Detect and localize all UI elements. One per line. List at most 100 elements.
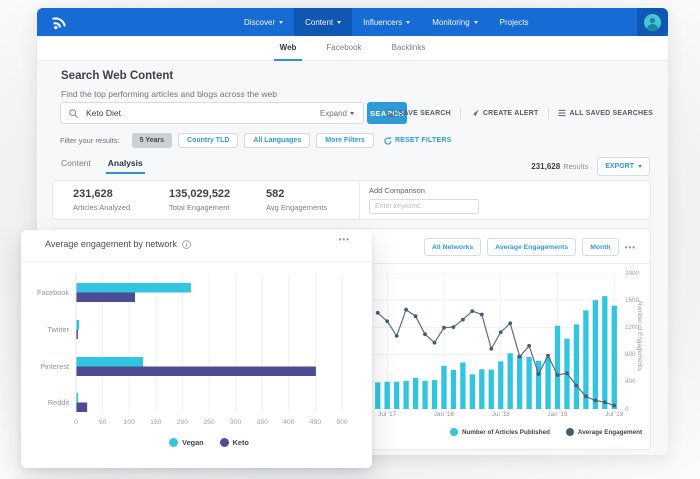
more-options-icon[interactable]: ••• [625, 243, 636, 252]
tab-web[interactable]: Web [265, 36, 312, 60]
legend-label: Vegan [182, 438, 204, 447]
nav-item-label: Content [305, 18, 333, 27]
svg-text:Pinterest: Pinterest [40, 362, 69, 371]
nav-item-influencers[interactable]: Influencers [352, 8, 421, 36]
reset-filters-button[interactable]: RESET FILTERS [384, 137, 452, 145]
nav-item-content[interactable]: Content [294, 8, 352, 36]
legend-label: Average Engagement [578, 429, 642, 436]
svg-text:400: 400 [283, 419, 295, 426]
chevron-down-icon [474, 21, 478, 24]
tab-content[interactable]: Content [61, 158, 91, 174]
tab-analysis[interactable]: Analysis [108, 158, 143, 174]
chevron-down-icon [337, 21, 341, 24]
channel-tabs: Web Facebook Backlinks [37, 36, 668, 61]
search-bar: Expand [60, 102, 364, 124]
stats-summary-card: 231,628 Articles Analyzed 135,029,522 To… [52, 180, 651, 220]
search-input[interactable] [84, 107, 320, 119]
svg-text:250: 250 [203, 419, 215, 426]
list-icon [558, 109, 566, 117]
divider [21, 261, 372, 262]
expand-toggle[interactable]: Expand [320, 109, 363, 118]
chart-controls: All Networks Average Engagements Month •… [424, 238, 636, 256]
add-comparison: Add Comparison [369, 186, 479, 214]
action-label: SAVE SEARCH [399, 110, 451, 117]
combo-chart-y-axis-label: Number of Engagements [636, 301, 643, 371]
legend-label: Keto [233, 438, 249, 447]
account-menu[interactable] [637, 8, 668, 36]
filter-bar: Filter your results: 5 Years Country TLD… [60, 133, 451, 148]
articles-engagement-combo-chart [373, 273, 619, 409]
stat-value: 582 [266, 188, 327, 200]
svg-text:Reddit: Reddit [48, 398, 69, 407]
stat-label: Articles Analyzed [73, 203, 130, 212]
svg-text:450: 450 [310, 419, 322, 426]
tab-facebook[interactable]: Facebook [311, 36, 376, 60]
chevron-down-icon [350, 112, 354, 115]
results-meta: 231,628Results EXPORT [531, 157, 650, 176]
svg-text:100: 100 [124, 419, 136, 426]
filter-pill-country-tld[interactable]: Country TLD [178, 133, 238, 148]
nav-item-label: Projects [500, 18, 529, 27]
divider [548, 108, 549, 119]
filter-pill-languages[interactable]: All Languages [244, 133, 310, 148]
divider [359, 181, 360, 219]
nav-item-projects[interactable]: Projects [489, 8, 540, 36]
comparison-keyword-input[interactable] [369, 199, 479, 214]
chevron-down-icon [638, 165, 642, 168]
legend-vegan: Vegan [169, 438, 204, 447]
stat-articles-analyzed: 231,628 Articles Analyzed [73, 188, 130, 212]
stat-value: 231,628 [73, 188, 130, 200]
export-label: EXPORT [605, 163, 634, 170]
action-label: CREATE ALERT [483, 110, 539, 117]
svg-text:Twitter: Twitter [48, 325, 70, 334]
svg-text:Facebook: Facebook [37, 288, 69, 297]
save-icon [387, 109, 395, 117]
combo-chart-legend: Number of Articles Published Average Eng… [423, 428, 669, 436]
network-bar-chart: 050100150200250300350400450500FacebookTw… [21, 266, 372, 432]
filter-pill-time-range[interactable]: 5 Years [132, 133, 172, 148]
month-button[interactable]: Month [582, 238, 618, 256]
create-alert-button[interactable]: CREATE ALERT [470, 109, 539, 117]
nav-item-discover[interactable]: Discover [233, 8, 294, 36]
page-subtitle: Find the top performing articles and blo… [61, 89, 277, 99]
stat-label: Avg Engagements [266, 203, 327, 212]
all-saved-searches-button[interactable]: ALL SAVED SEARCHES [558, 109, 653, 117]
svg-text:50: 50 [99, 419, 107, 426]
search-actions: SAVE SEARCH CREATE ALERT ALL SAVED [387, 102, 653, 124]
export-button[interactable]: EXPORT [597, 157, 650, 176]
stat-total-engagement: 135,029,522 Total Engagement [169, 188, 230, 212]
tab-backlinks[interactable]: Backlinks [377, 36, 441, 60]
info-icon[interactable] [182, 240, 191, 249]
popup-title-text: Average engagement by network [45, 239, 177, 249]
more-options-icon[interactable]: ••• [339, 235, 350, 244]
results-count-suffix: Results [563, 162, 588, 171]
svg-text:150: 150 [150, 419, 162, 426]
search-icon [69, 109, 78, 118]
divider [460, 108, 461, 119]
save-search-button[interactable]: SAVE SEARCH [387, 109, 451, 117]
legend-average-engagement: Average Engagement [566, 428, 642, 436]
filter-pill-more-filters[interactable]: More Filters [316, 133, 374, 148]
legend-label: Number of Articles Published [462, 429, 550, 436]
user-avatar [644, 14, 661, 31]
chevron-down-icon [406, 21, 410, 24]
paper-plane-icon [470, 109, 479, 117]
popup-title: Average engagement by network [45, 239, 191, 249]
nav-item-monitoring[interactable]: Monitoring [421, 8, 488, 36]
legend-dot [169, 438, 178, 447]
network-engagement-popup: Average engagement by network ••• 050100… [21, 230, 372, 468]
legend-keto: Keto [220, 438, 249, 447]
network-chart-legend: Vegan Keto [76, 438, 342, 447]
nav-item-label: Monitoring [432, 18, 469, 27]
results-count: 231,628Results [531, 162, 588, 171]
add-comparison-label: Add Comparison [369, 186, 479, 195]
all-networks-button[interactable]: All Networks [424, 238, 481, 256]
svg-text:200: 200 [177, 419, 189, 426]
average-engagements-button[interactable]: Average Engagements [487, 238, 576, 256]
reset-label: RESET FILTERS [395, 137, 452, 144]
brand-logo-icon [50, 13, 68, 31]
stat-avg-engagements: 582 Avg Engagements [266, 188, 327, 212]
page-title: Search Web Content [61, 70, 173, 82]
stat-value: 135,029,522 [169, 188, 230, 200]
svg-text:350: 350 [257, 419, 269, 426]
